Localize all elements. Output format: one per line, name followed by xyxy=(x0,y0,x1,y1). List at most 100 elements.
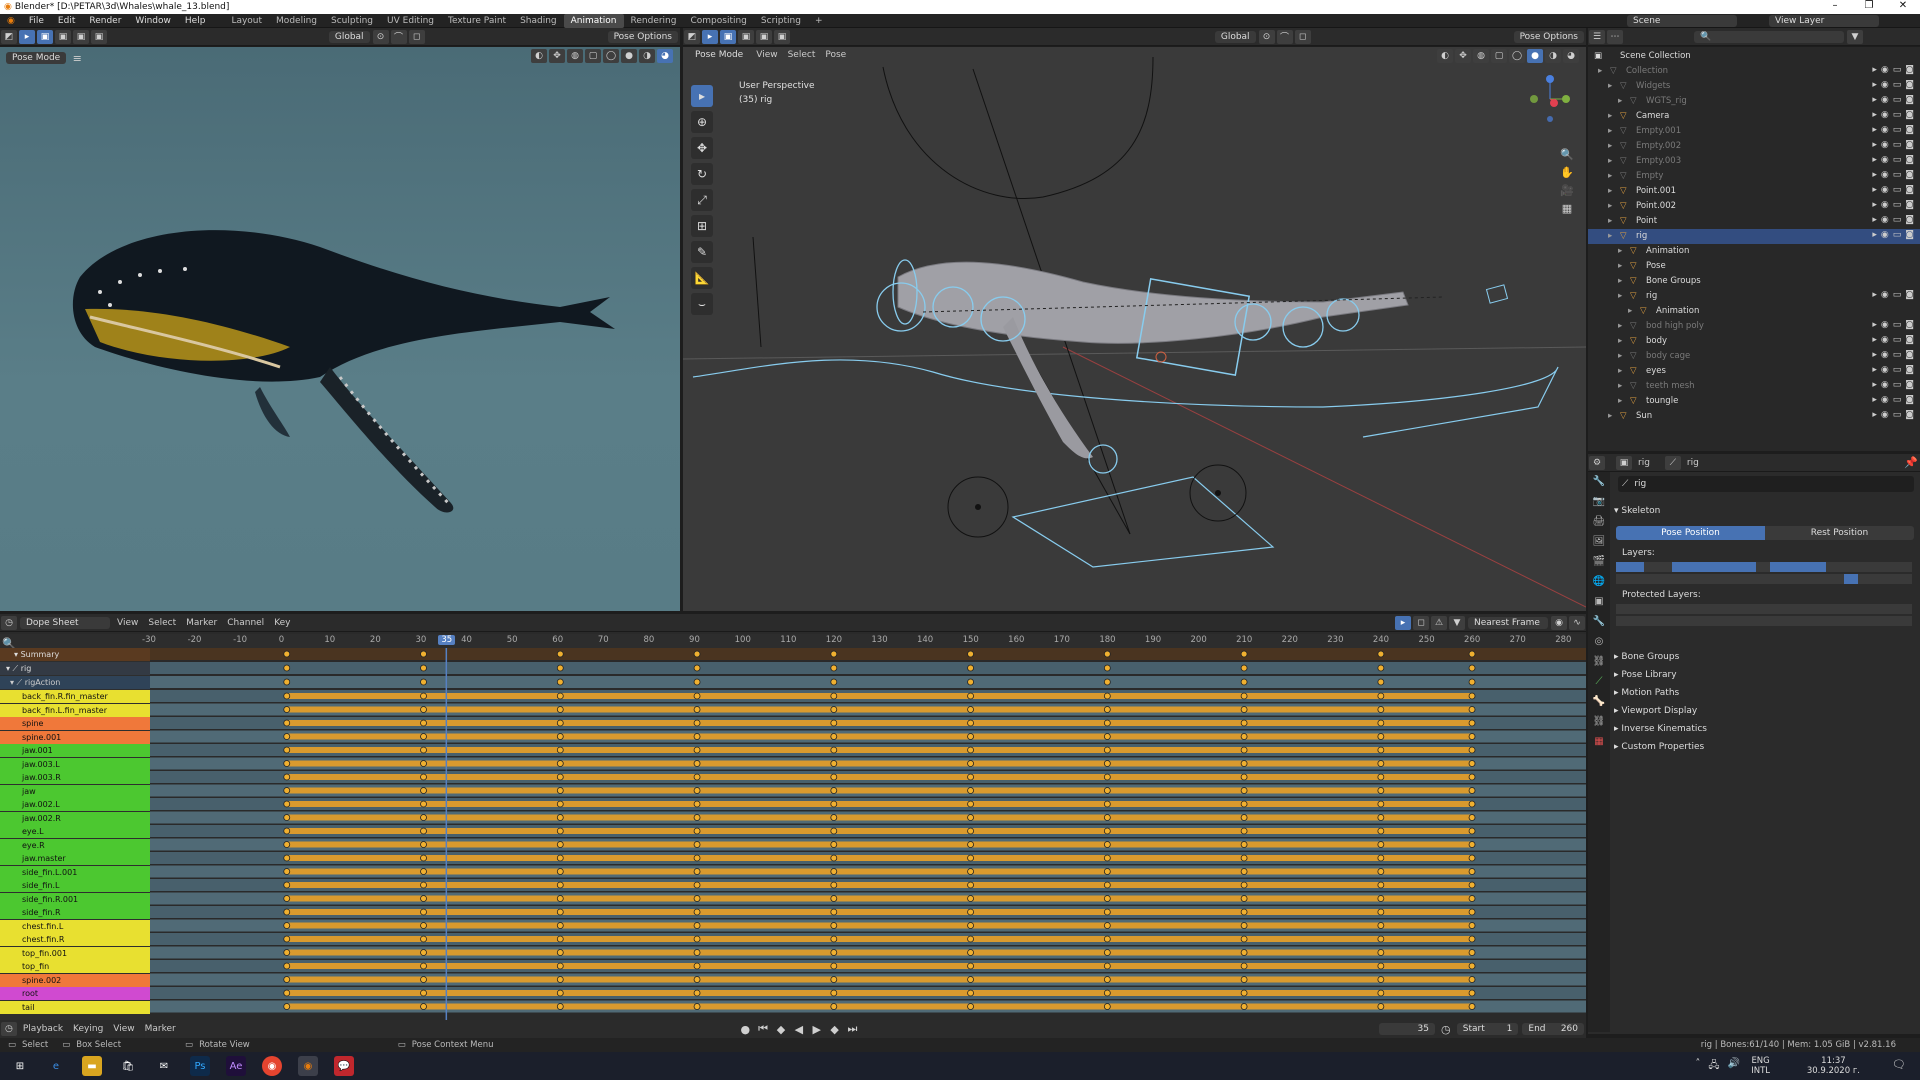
camera-preview-viewport[interactable]: Pose Mode ≡ ◐ ✥ ◍ ▢ ◯ ● ◑ ◕ xyxy=(0,47,680,611)
tab-rendering[interactable]: Rendering xyxy=(624,14,684,28)
object-tab-icon[interactable]: ▣ xyxy=(1588,592,1610,612)
viewport-icon[interactable]: ▭ xyxy=(1893,125,1902,135)
properties-section-header[interactable]: ▸ Inverse Kinematics xyxy=(1614,724,1707,734)
dope-sheet-editor[interactable]: ◷ Dope Sheet View Select Marker Channel … xyxy=(0,614,1586,1020)
outliner-row[interactable]: ▸ ▽ bod high poly ▸ ◉ ▭ ◙ xyxy=(1588,319,1920,334)
eye-icon[interactable]: ◉ xyxy=(1881,185,1889,195)
menu-keying[interactable]: Keying xyxy=(68,1024,108,1034)
outliner-row[interactable]: ▸ ▽ rig ▸ ◉ ▭ ◙ xyxy=(1588,229,1920,244)
eye-icon[interactable]: ◉ xyxy=(1881,80,1889,90)
start-menu-icon[interactable]: ⊞ xyxy=(10,1056,30,1076)
system-clock[interactable]: 11:37 30.9.2020 г. xyxy=(1807,1056,1860,1076)
view-layer-tab-icon[interactable]: 🖼 xyxy=(1588,532,1610,552)
render-camera-icon[interactable]: ◙ xyxy=(1905,380,1914,390)
scene-tab-icon[interactable]: 🎬 xyxy=(1588,552,1610,572)
eye-icon[interactable]: ◉ xyxy=(1881,110,1889,120)
prev-keyframe-icon[interactable]: ◆ xyxy=(772,1020,790,1038)
outliner-row[interactable]: ▸ ▽ Empty.002 ▸ ◉ ▭ ◙ xyxy=(1588,139,1920,154)
render-camera-icon[interactable]: ◙ xyxy=(1905,335,1914,345)
main-proportional-icon[interactable]: ◻ xyxy=(1294,29,1311,44)
view-layer-selector[interactable]: View Layer xyxy=(1769,15,1879,27)
3d-viewport[interactable]: Pose Mode View Select Pose ◐ ✥ ◍ ▢ ◯ ● ◑… xyxy=(683,47,1586,611)
render-camera-icon[interactable]: ◙ xyxy=(1905,140,1914,150)
play-icon[interactable]: ▶ xyxy=(808,1020,826,1038)
zoom-icon[interactable]: 🔍 xyxy=(1558,145,1576,163)
select-arrow-icon[interactable]: ▸ xyxy=(1872,65,1877,75)
viewport-icon[interactable]: ▭ xyxy=(1893,140,1902,150)
scene-collection-row[interactable]: ▣ Scene Collection xyxy=(1588,49,1920,64)
outliner-row[interactable]: ▸ ▽ teeth mesh ▸ ◉ ▭ ◙ xyxy=(1588,379,1920,394)
menu-edit[interactable]: Edit xyxy=(51,14,82,28)
viewport-icon[interactable]: ▭ xyxy=(1893,185,1902,195)
expand-arrow-icon[interactable]: ▸ xyxy=(1618,336,1622,346)
viewport-icon[interactable]: ▭ xyxy=(1893,155,1902,165)
eye-icon[interactable]: ◉ xyxy=(1881,365,1889,375)
main-pose-options[interactable]: Pose Options xyxy=(1513,30,1584,43)
main-transform-orientation[interactable]: Global xyxy=(1214,30,1256,43)
close-button[interactable]: ✕ xyxy=(1886,0,1920,11)
outliner-row[interactable]: ▸ ▽ Empty.003 ▸ ◉ ▭ ◙ xyxy=(1588,154,1920,169)
main-snap-icon[interactable]: ⌒ xyxy=(1276,29,1293,44)
bone-channel[interactable]: back_fin.L.fin_master xyxy=(0,703,150,717)
render-camera-icon[interactable]: ◙ xyxy=(1905,185,1914,195)
show-hidden-icon[interactable]: ◻ xyxy=(1413,615,1429,630)
viewport-icon[interactable]: ▭ xyxy=(1893,335,1902,345)
render-camera-icon[interactable]: ◙ xyxy=(1905,170,1914,180)
eye-icon[interactable]: ◉ xyxy=(1881,65,1889,75)
bone-channel[interactable]: side_fin.L xyxy=(0,879,150,892)
pose-position-button[interactable]: Pose Position xyxy=(1616,526,1765,540)
current-frame-field[interactable]: 35 xyxy=(1379,1023,1435,1035)
expand-arrow-icon[interactable]: ▸ xyxy=(1598,66,1602,76)
outliner-row[interactable]: ▸ ▽ body cage ▸ ◉ ▭ ◙ xyxy=(1588,349,1920,364)
outliner-row[interactable]: ▸ ▽ Empty ▸ ◉ ▭ ◙ xyxy=(1588,169,1920,184)
bone-channel[interactable]: side_fin.L.001 xyxy=(0,865,150,879)
viewport-icon[interactable]: ▭ xyxy=(1893,200,1902,210)
blender-menu-icon[interactable]: ◉ xyxy=(0,14,22,28)
render-camera-icon[interactable]: ◙ xyxy=(1905,230,1914,240)
select-arrow-icon[interactable]: ▸ xyxy=(1872,230,1877,240)
blender-taskbar-icon[interactable]: ◉ xyxy=(298,1056,318,1076)
maximize-button[interactable]: ❐ xyxy=(1852,0,1886,11)
tab-scripting[interactable]: Scripting xyxy=(754,14,808,28)
world-tab-icon[interactable]: 🌐 xyxy=(1588,572,1610,592)
expand-arrow-icon[interactable]: ▸ xyxy=(1608,201,1612,211)
select-arrow-icon[interactable]: ▸ xyxy=(1872,140,1877,150)
select-arrow-icon[interactable]: ▸ xyxy=(1872,95,1877,105)
select-arrow-icon[interactable]: ▸ xyxy=(1872,290,1877,300)
network-icon[interactable]: 🖧 xyxy=(1708,1058,1719,1075)
outliner-search[interactable]: 🔍 xyxy=(1694,30,1844,43)
rest-position-button[interactable]: Rest Position xyxy=(1765,526,1914,540)
outliner-row[interactable]: ▸ ▽ Pose xyxy=(1588,259,1920,274)
bone-channel[interactable]: top_fin xyxy=(0,960,150,973)
bone-channel[interactable]: jaw xyxy=(0,784,150,798)
select-arrow-icon[interactable]: ▸ xyxy=(1872,80,1877,90)
tab-animation[interactable]: Animation xyxy=(563,13,624,28)
outliner-row[interactable]: ▸ ▽ body ▸ ◉ ▭ ◙ xyxy=(1588,334,1920,349)
render-camera-icon[interactable]: ◙ xyxy=(1905,155,1914,165)
render-camera-icon[interactable]: ◙ xyxy=(1905,110,1914,120)
play-reverse-icon[interactable]: ◀ xyxy=(790,1020,808,1038)
expand-arrow-icon[interactable]: ▸ xyxy=(1618,96,1622,106)
dope-menu-channel[interactable]: Channel xyxy=(222,618,269,628)
eye-icon[interactable]: ◉ xyxy=(1881,215,1889,225)
outliner-row[interactable]: ▸ ▽ Bone Groups xyxy=(1588,274,1920,289)
select-arrow-icon[interactable]: ▸ xyxy=(1872,320,1877,330)
bone-channel[interactable]: spine xyxy=(0,717,150,730)
bone-channel[interactable]: jaw.master xyxy=(0,852,150,865)
pin-icon[interactable]: 📌 xyxy=(1902,454,1920,472)
snap-mode-selector[interactable]: Nearest Frame xyxy=(1468,616,1548,629)
eye-icon[interactable]: ◉ xyxy=(1881,170,1889,180)
volume-icon[interactable]: 🔊 xyxy=(1728,1058,1740,1075)
expand-arrow-icon[interactable]: ▸ xyxy=(1608,231,1612,241)
menu-playback[interactable]: Playback xyxy=(18,1024,68,1034)
properties-section-header[interactable]: ▸ Viewport Display xyxy=(1614,706,1697,716)
eye-icon[interactable]: ◉ xyxy=(1881,290,1889,300)
outliner-row[interactable]: ▸ ▽ Point.001 ▸ ◉ ▭ ◙ xyxy=(1588,184,1920,199)
armature-tab-icon[interactable]: ⟋ xyxy=(1588,672,1610,692)
navigation-gizmo[interactable] xyxy=(1530,73,1570,125)
breadcrumb-object[interactable]: rig xyxy=(1633,458,1655,468)
jump-start-icon[interactable]: ⏮ xyxy=(754,1020,772,1038)
outliner-row[interactable]: ▸ ▽ Sun ▸ ◉ ▭ ◙ xyxy=(1588,409,1920,424)
expand-arrow-icon[interactable]: ▸ xyxy=(1628,306,1632,316)
viewport-icon[interactable]: ▭ xyxy=(1893,380,1902,390)
